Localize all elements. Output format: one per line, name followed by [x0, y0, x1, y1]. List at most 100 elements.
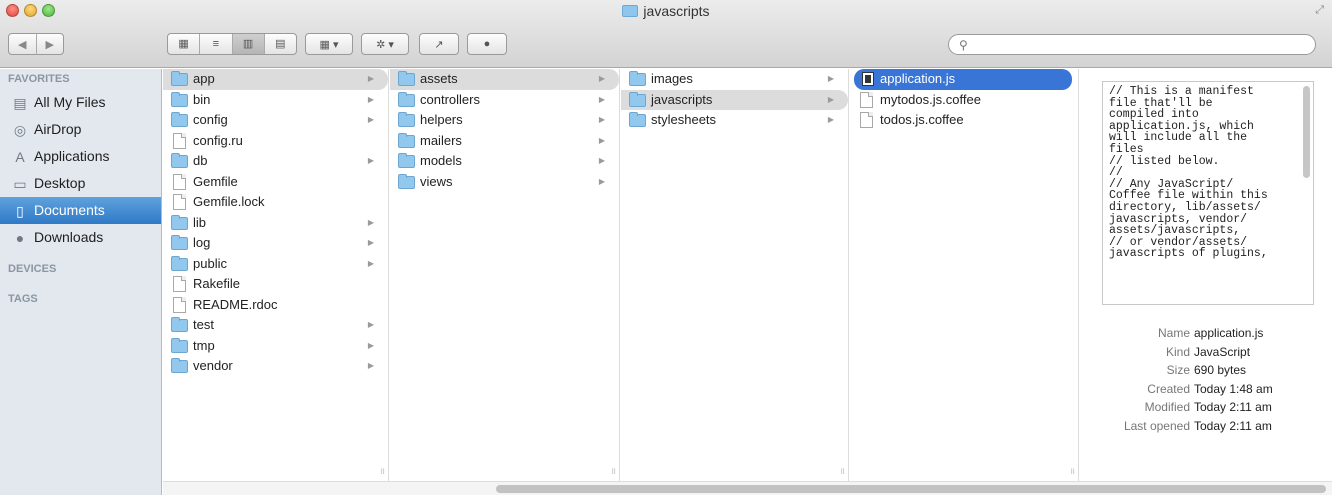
item-label: db: [193, 153, 208, 168]
folder-item[interactable]: views ▶: [390, 172, 619, 193]
tags-header: TAGS: [8, 293, 38, 305]
action-gear-button[interactable]: ✲ ▾: [361, 33, 409, 55]
search-icon: ⚲: [959, 37, 968, 52]
share-button[interactable]: ↗: [419, 33, 459, 55]
folder-icon: [171, 71, 188, 86]
column-resize-handle[interactable]: ॥: [1070, 464, 1075, 477]
file-item[interactable]: mytodos.js.coffee: [850, 90, 1078, 111]
search-field[interactable]: ⚲: [948, 34, 1316, 55]
horizontal-scrollbar[interactable]: [163, 481, 1332, 495]
sidebar-item-downloads[interactable]: ● Downloads: [0, 224, 161, 251]
file-item[interactable]: todos.js.coffee: [850, 110, 1078, 131]
info-key: Size: [1166, 363, 1190, 378]
folder-item[interactable]: helpers ▶: [390, 110, 619, 131]
folder-item[interactable]: log ▶: [163, 233, 388, 254]
item-label: Gemfile: [193, 173, 238, 189]
disclosure-arrow-icon: ▶: [598, 176, 605, 186]
file-item[interactable]: Gemfile: [163, 172, 388, 193]
folder-item[interactable]: config ▶: [163, 110, 388, 131]
column-resize-handle[interactable]: ॥: [611, 464, 616, 477]
disclosure-arrow-icon: ▶: [598, 94, 605, 104]
folder-item[interactable]: db ▶: [163, 151, 388, 172]
icon-view-button[interactable]: ▦: [168, 34, 201, 54]
sidebar: FAVORITES ▤ All My Files ◎ AirDrop A App…: [0, 69, 162, 495]
window-title-text: javascripts: [643, 3, 710, 19]
folder-item[interactable]: tmp ▶: [163, 336, 388, 357]
tags-button[interactable]: ●: [467, 33, 507, 55]
file-item[interactable]: README.rdoc: [163, 295, 388, 316]
coverflow-view-button[interactable]: ▤: [265, 34, 296, 54]
favorites-header: FAVORITES: [8, 73, 70, 85]
folder-icon: [171, 317, 188, 332]
folder-item[interactable]: assets ▶: [390, 69, 619, 90]
scrollbar-thumb[interactable]: [496, 485, 1326, 493]
info-value: Today 2:11 am: [1194, 418, 1272, 433]
back-forward-group: ◀ ▶: [8, 33, 64, 55]
disclosure-arrow-icon: ▶: [367, 320, 374, 329]
disclosure-arrow-icon: ▶: [367, 115, 374, 124]
info-key: Name: [1157, 326, 1190, 340]
info-row: Created Today 1:48 am: [1080, 380, 1332, 399]
disclosure-arrow-icon: ▶: [367, 74, 374, 83]
file-item[interactable]: Gemfile.lock: [163, 192, 388, 213]
preview-scrollbar[interactable]: [1303, 86, 1310, 178]
info-row: Name application.js: [1080, 324, 1332, 343]
forward-button[interactable]: ▶: [37, 38, 64, 51]
folder-item[interactable]: bin ▶: [163, 90, 388, 111]
disclosure-arrow-icon: ▶: [827, 74, 834, 83]
item-label: lib: [193, 214, 207, 230]
document-icon: [860, 91, 873, 108]
file-info: Name application.js Kind JavaScript Size 690 …: [1080, 324, 1332, 436]
preview-pane: // This is a manifest file that'll be co…: [1080, 69, 1332, 481]
folder-item[interactable]: test ▶: [163, 315, 388, 336]
folder-item[interactable]: models ▶: [390, 151, 619, 172]
folder-item[interactable]: app ▶: [163, 69, 388, 90]
column-view-button[interactable]: ▥: [232, 34, 265, 54]
all-files-icon: ▤: [13, 95, 27, 111]
folder-item[interactable]: public ▶: [163, 254, 388, 275]
folder-icon: [171, 337, 188, 353]
folder-item[interactable]: images ▶: [621, 69, 848, 90]
folder-item[interactable]: lib ▶: [163, 213, 388, 234]
fullscreen-icon[interactable]: ⤢: [1315, 4, 1324, 17]
folder-item[interactable]: vendor ▶: [163, 356, 388, 377]
folder-item[interactable]: controllers ▶: [390, 90, 619, 111]
info-row: Size 690 bytes: [1080, 361, 1332, 380]
column-resize-handle[interactable]: ॥: [380, 464, 385, 477]
folder-icon: [171, 214, 188, 230]
sidebar-item-label: Downloads: [34, 229, 104, 245]
view-mode-group: ▦ ≡ ▥ ▤: [167, 33, 297, 55]
folder-item[interactable]: stylesheets ▶: [621, 110, 848, 131]
sidebar-item-applications[interactable]: A Applications: [0, 143, 161, 170]
file-item[interactable]: application.js: [854, 69, 1072, 90]
info-value: Today 2:11 am: [1194, 400, 1272, 415]
back-button[interactable]: ◀: [9, 38, 36, 51]
item-label: todos.js.coffee: [880, 112, 964, 127]
sidebar-item-airdrop[interactable]: ◎ AirDrop: [0, 116, 161, 143]
info-value: JavaScript: [1194, 344, 1251, 359]
file-item[interactable]: Rakefile: [163, 274, 388, 295]
sidebar-item-all-my-files[interactable]: ▤ All My Files: [0, 89, 161, 116]
list-view-button[interactable]: ≡: [200, 34, 233, 54]
info-key: Created: [1147, 381, 1190, 396]
desktop-icon: ▭: [13, 176, 27, 192]
disclosure-arrow-icon: ▶: [598, 74, 605, 83]
column-resize-handle[interactable]: ॥: [840, 464, 845, 477]
disclosure-arrow-icon: ▶: [367, 238, 374, 247]
folder-item[interactable]: javascripts ▶: [621, 89, 848, 110]
code-preview-text: // This is a manifest file that'll be co…: [1109, 85, 1268, 261]
item-label: controllers: [420, 91, 480, 107]
sidebar-item-documents[interactable]: ▯ Documents: [0, 197, 161, 224]
arrange-button[interactable]: ▦ ▾: [305, 33, 353, 55]
folder-item[interactable]: mailers ▶: [390, 131, 619, 152]
item-label: tmp: [193, 337, 215, 353]
file-item[interactable]: config.ru: [163, 131, 388, 152]
item-label: public: [193, 255, 227, 271]
devices-header: DEVICES: [8, 263, 57, 275]
document-icon: [173, 132, 186, 149]
info-key: Kind: [1165, 344, 1190, 359]
disclosure-arrow-icon: ▶: [367, 217, 374, 227]
file-preview[interactable]: // This is a manifest file that'll be co…: [1102, 81, 1314, 305]
disclosure-arrow-icon: ▶: [367, 258, 374, 268]
sidebar-item-desktop[interactable]: ▭ Desktop: [0, 170, 161, 197]
